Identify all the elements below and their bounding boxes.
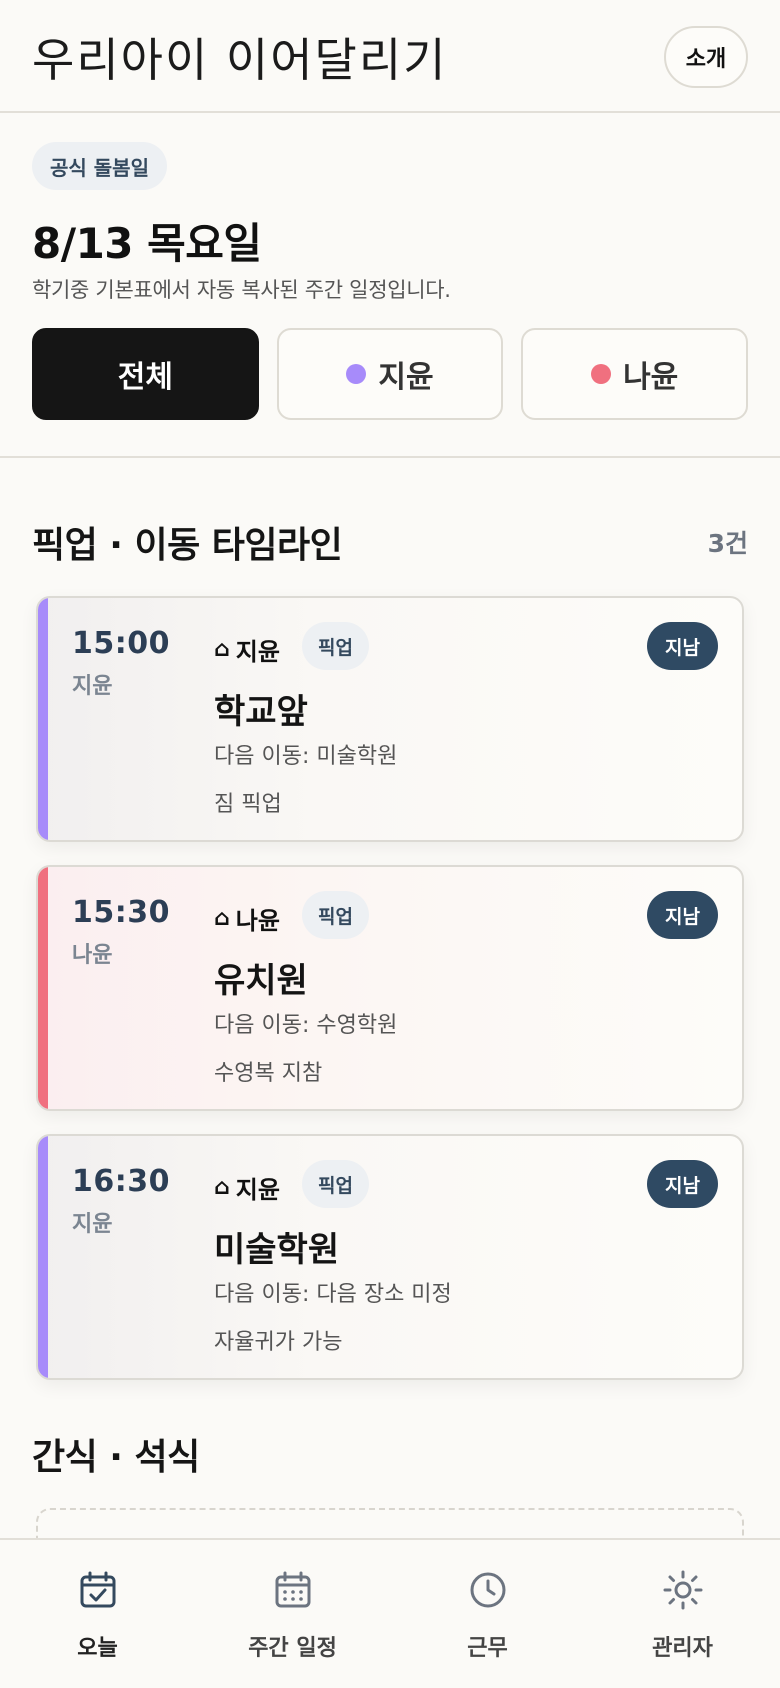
nav-work[interactable]: 근무 — [390, 1540, 585, 1688]
card-child-tag: ⌂ 지윤 — [214, 632, 280, 667]
timeline-card[interactable]: 15:30 나윤 ⌂ 나윤 픽업 지남 유치원 다음 이동: 수영학원 수영복 … — [36, 865, 744, 1111]
sun-gear-icon — [663, 1570, 702, 1610]
timeline-count: 3건 — [707, 529, 748, 558]
nav-weekly-label: 주간 일정 — [248, 1636, 337, 1661]
card-place: 유치원 — [214, 961, 308, 1001]
card-time: 15:00 — [72, 626, 170, 661]
card-child-tag-label: 지윤 — [235, 638, 280, 666]
nav-admin-label: 관리자 — [652, 1636, 713, 1661]
card-status-badge: 지남 — [647, 891, 718, 939]
card-accent-bar — [38, 1136, 48, 1378]
about-button[interactable]: 소개 — [664, 26, 748, 88]
home-icon: ⌂ — [214, 1175, 230, 1200]
card-note: 자율귀가 가능 — [214, 1330, 343, 1355]
card-time: 16:30 — [72, 1164, 170, 1199]
card-next-move: 다음 이동: 미술학원 — [214, 744, 398, 769]
card-note: 수영복 지참 — [214, 1061, 323, 1086]
card-time: 15:30 — [72, 895, 170, 930]
card-child-tag: ⌂ 나윤 — [214, 901, 280, 936]
card-place: 학교앞 — [214, 692, 308, 732]
card-place: 미술학원 — [214, 1230, 340, 1270]
card-next-move: 다음 이동: 수영학원 — [214, 1013, 398, 1038]
card-status-badge: 지남 — [647, 622, 718, 670]
card-type-badge: 픽업 — [302, 622, 369, 670]
timeline-card[interactable]: 15:00 지윤 ⌂ 지윤 픽업 지남 학교앞 다음 이동: 미술학원 짐 픽업 — [36, 596, 744, 842]
calendar-check-icon — [80, 1571, 115, 1608]
bottom-nav: 오늘 주간 일정 근무 관리자 — [0, 1538, 780, 1688]
card-child-name: 지윤 — [72, 1212, 113, 1237]
card-accent-bar — [38, 867, 48, 1109]
calendar-grid-icon — [275, 1571, 310, 1608]
card-accent-bar — [38, 598, 48, 840]
child-filter-group: 전체 지윤 나윤 — [32, 328, 749, 420]
nav-admin[interactable]: 관리자 — [585, 1540, 780, 1688]
card-child-name: 나윤 — [72, 943, 113, 968]
purple-dot-icon — [346, 364, 367, 384]
card-child-tag-label: 지윤 — [235, 1176, 280, 1204]
clock-icon — [470, 1572, 505, 1608]
filter-all-label: 전체 — [117, 360, 173, 395]
nav-today[interactable]: 오늘 — [0, 1540, 195, 1688]
app-title: 우리아이 이어달리기 — [32, 33, 448, 87]
nav-weekly[interactable]: 주간 일정 — [195, 1540, 390, 1688]
card-status-badge: 지남 — [647, 1160, 718, 1208]
app-header: 우리아이 이어달리기 소개 — [0, 0, 780, 113]
timeline-card[interactable]: 16:30 지윤 ⌂ 지윤 픽업 지남 미술학원 다음 이동: 다음 장소 미정… — [36, 1134, 744, 1380]
filter-jiyun-label: 지윤 — [378, 360, 434, 395]
timeline-title: 픽업 · 이동 타임라인 — [32, 525, 343, 566]
filter-nayun-button[interactable]: 나윤 — [521, 328, 749, 420]
nav-today-label: 오늘 — [77, 1636, 118, 1661]
date-heading: 8/13 목요일 — [32, 219, 262, 268]
card-type-badge: 픽업 — [302, 1160, 369, 1208]
card-child-name: 지윤 — [72, 674, 113, 699]
pink-dot-icon — [591, 364, 612, 384]
card-child-tag-label: 나윤 — [235, 907, 280, 935]
filter-all-button[interactable]: 전체 — [32, 328, 259, 420]
date-subtitle: 학기중 기본표에서 자동 복사된 주간 일정입니다. — [32, 278, 451, 302]
snack-title: 간식 · 석식 — [32, 1437, 200, 1478]
section-divider — [0, 456, 780, 458]
filter-jiyun-button[interactable]: 지윤 — [276, 328, 504, 420]
home-icon: ⌂ — [214, 906, 230, 931]
care-day-badge: 공식 돌봄일 — [32, 142, 167, 190]
filter-nayun-label: 나윤 — [623, 360, 679, 395]
card-note: 짐 픽업 — [214, 792, 282, 817]
home-icon: ⌂ — [214, 637, 230, 662]
card-next-move: 다음 이동: 다음 장소 미정 — [214, 1282, 452, 1307]
card-child-tag: ⌂ 지윤 — [214, 1170, 280, 1205]
card-type-badge: 픽업 — [302, 891, 369, 939]
nav-work-label: 근무 — [467, 1636, 508, 1661]
